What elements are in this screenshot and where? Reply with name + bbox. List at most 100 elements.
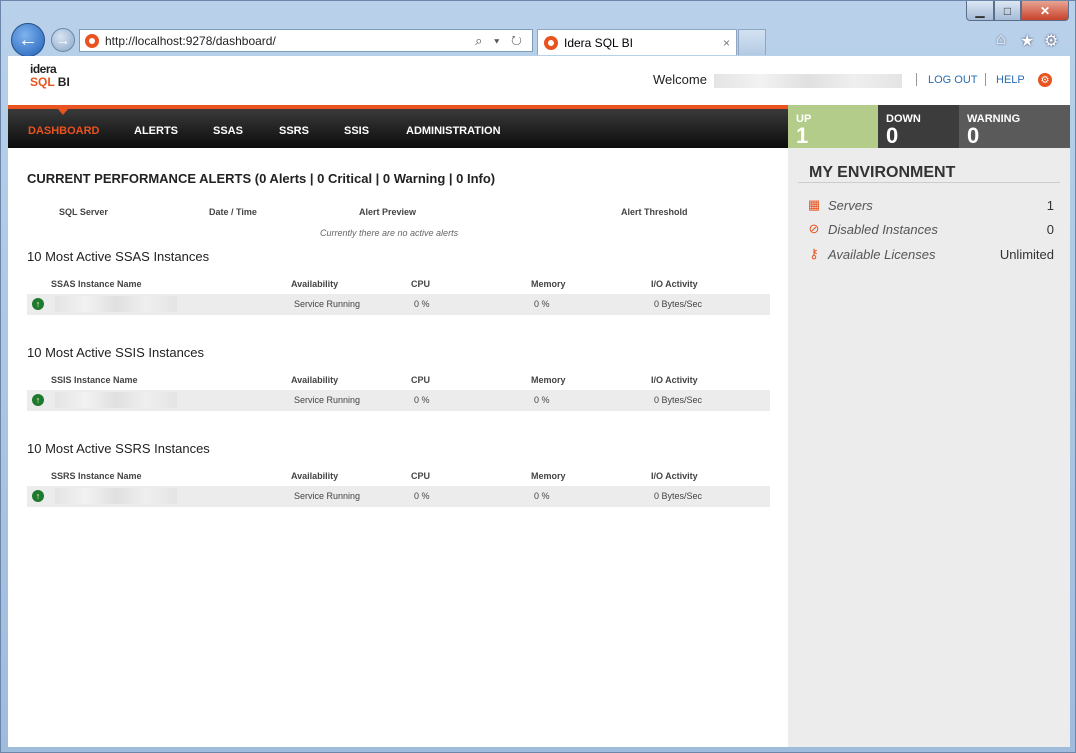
ssrs-col-availability: Availability — [291, 471, 339, 481]
table-row[interactable]: ↑ Service Running 0 % 0 % 0 Bytes/Sec — [27, 486, 770, 507]
env-licenses-label: Available Licenses — [828, 246, 936, 262]
io-cell: 0 Bytes/Sec — [654, 395, 703, 405]
idera-logo[interactable]: idera SQL BI — [30, 62, 70, 88]
environment-panel: MY ENVIRONMENT ▦ Servers 1 ⊘ Disabled In… — [788, 148, 1070, 747]
status-up-tile[interactable]: UP 1 — [788, 105, 878, 148]
memory-cell: 0 % — [534, 299, 550, 309]
logout-link[interactable]: LOG OUT — [928, 74, 978, 86]
nav-dashboard[interactable]: DASHBOARD — [28, 125, 100, 137]
env-disabled-value: 0 — [1046, 221, 1054, 237]
home-icon[interactable]: ⌂ — [996, 31, 1006, 49]
ssas-col-cpu: CPU — [411, 279, 431, 289]
ssas-section-title: 10 Most Active SSAS Instances — [27, 249, 210, 264]
key-icon: ⚷ — [809, 246, 819, 261]
ssrs-col-memory: Memory — [531, 471, 566, 481]
tab-idera-sql-bi[interactable]: Idera SQL BI × — [537, 29, 737, 55]
title-bar: ▁ □ ✕ ← → http://localhost:9278/dashboar… — [1, 1, 1075, 57]
alerts-col-date-time: Date / Time — [209, 207, 257, 217]
tab-favicon-icon — [544, 35, 558, 50]
status-down-tile[interactable]: DOWN 0 — [878, 105, 959, 148]
close-tab-icon[interactable]: × — [723, 36, 730, 50]
favorites-icon[interactable]: ★ — [1020, 31, 1034, 51]
up-arrow-icon: ↑ — [32, 298, 44, 310]
env-disabled-instances[interactable]: ⊘ Disabled Instances 0 — [806, 220, 1054, 238]
new-tab-button[interactable] — [738, 29, 766, 55]
up-arrow-icon: ↑ — [32, 394, 44, 406]
welcome-text: Welcome — [653, 72, 902, 88]
up-arrow-icon: ↑ — [32, 490, 44, 502]
logo-bi-text: BI — [57, 75, 70, 89]
table-row[interactable]: ↑ Service Running 0 % 0 % 0 Bytes/Sec — [27, 294, 770, 315]
main-nav: DASHBOARD ALERTS SSAS SSRS SSIS ADMINIST… — [8, 105, 788, 148]
server-icon: ▦ — [807, 197, 821, 212]
alerts-title: CURRENT PERFORMANCE ALERTS (0 Alerts | 0… — [27, 171, 496, 186]
cpu-cell: 0 % — [414, 299, 430, 309]
welcome-label: Welcome — [653, 72, 707, 87]
address-controls[interactable]: ⌕ ▾ ↻ — [475, 33, 526, 49]
site-favicon-icon — [85, 33, 99, 48]
environment-divider — [798, 182, 1060, 183]
ssrs-section-title: 10 Most Active SSRS Instances — [27, 441, 210, 456]
nav-ssis[interactable]: SSIS — [344, 125, 369, 137]
ssis-col-memory: Memory — [531, 375, 566, 385]
active-nav-marker — [58, 109, 68, 115]
tab-title: Idera SQL BI — [564, 35, 633, 50]
header-divider — [985, 73, 986, 86]
close-window-button[interactable]: ✕ — [1021, 1, 1069, 21]
ssis-col-io: I/O Activity — [651, 375, 698, 385]
page-content: idera SQL BI Welcome LOG OUT HELP ⚙ DASH… — [8, 56, 1070, 747]
env-available-licenses[interactable]: ⚷ Available Licenses Unlimited — [806, 245, 1054, 263]
help-link[interactable]: HELP — [996, 74, 1025, 86]
ssas-col-availability: Availability — [291, 279, 339, 289]
ssis-col-name: SSIS Instance Name — [51, 375, 138, 385]
availability-cell: Service Running — [294, 299, 361, 309]
maximize-button[interactable]: □ — [994, 1, 1021, 21]
status-warning-tile[interactable]: WARNING 0 — [959, 105, 1070, 148]
dashboard-main: CURRENT PERFORMANCE ALERTS (0 Alerts | 0… — [8, 148, 788, 747]
ssis-col-cpu: CPU — [411, 375, 431, 385]
cpu-cell: 0 % — [414, 491, 430, 501]
ssas-col-io: I/O Activity — [651, 279, 698, 289]
ssas-col-memory: Memory — [531, 279, 566, 289]
address-url[interactable]: http://localhost:9278/dashboard/ — [105, 34, 276, 48]
io-cell: 0 Bytes/Sec — [654, 491, 703, 501]
ssis-section-title: 10 Most Active SSIS Instances — [27, 345, 205, 360]
env-servers-value: 1 — [1046, 197, 1054, 213]
redacted-instance-name[interactable] — [55, 392, 177, 408]
env-servers[interactable]: ▦ Servers 1 — [806, 196, 1054, 214]
status-up-count: 1 — [796, 123, 809, 148]
app-header: idera SQL BI Welcome LOG OUT HELP ⚙ — [8, 56, 1070, 105]
ssrs-col-io: I/O Activity — [651, 471, 698, 481]
nav-ssrs[interactable]: SSRS — [279, 125, 309, 137]
header-divider — [916, 73, 917, 86]
nav-alerts[interactable]: ALERTS — [134, 125, 178, 137]
alerts-col-alert-preview: Alert Preview — [359, 207, 417, 217]
nav-ssas[interactable]: SSAS — [213, 125, 243, 137]
gear-icon[interactable]: ⚙ — [1038, 73, 1052, 87]
browser-window: ▁ □ ✕ ← → http://localhost:9278/dashboar… — [0, 0, 1076, 753]
redacted-instance-name[interactable] — [55, 488, 177, 504]
memory-cell: 0 % — [534, 395, 550, 405]
ssis-col-availability: Availability — [291, 375, 339, 385]
disabled-icon: ⊘ — [808, 221, 820, 236]
ssrs-col-name: SSRS Instance Name — [51, 471, 142, 481]
back-button[interactable]: ← — [11, 23, 45, 57]
logo-sql-text: SQL — [30, 75, 55, 89]
io-cell: 0 Bytes/Sec — [654, 299, 703, 309]
redacted-username — [713, 73, 902, 88]
availability-cell: Service Running — [294, 491, 361, 501]
cpu-cell: 0 % — [414, 395, 430, 405]
memory-cell: 0 % — [534, 491, 550, 501]
env-servers-label: Servers — [828, 197, 873, 213]
redacted-instance-name[interactable] — [55, 296, 177, 312]
nav-administration[interactable]: ADMINISTRATION — [406, 125, 501, 137]
alerts-col-sql-server: SQL Server — [59, 207, 108, 217]
forward-button[interactable]: → — [51, 28, 75, 52]
env-licenses-value: Unlimited — [999, 246, 1054, 262]
address-bar[interactable]: http://localhost:9278/dashboard/ ⌕ ▾ ↻ — [79, 29, 533, 52]
minimize-button[interactable]: ▁ — [966, 1, 994, 21]
table-row[interactable]: ↑ Service Running 0 % 0 % 0 Bytes/Sec — [27, 390, 770, 411]
env-disabled-label: Disabled Instances — [828, 221, 938, 237]
logo-bottom-text: SQL BI — [30, 76, 70, 88]
settings-icon[interactable]: ⚙ — [1044, 31, 1058, 51]
